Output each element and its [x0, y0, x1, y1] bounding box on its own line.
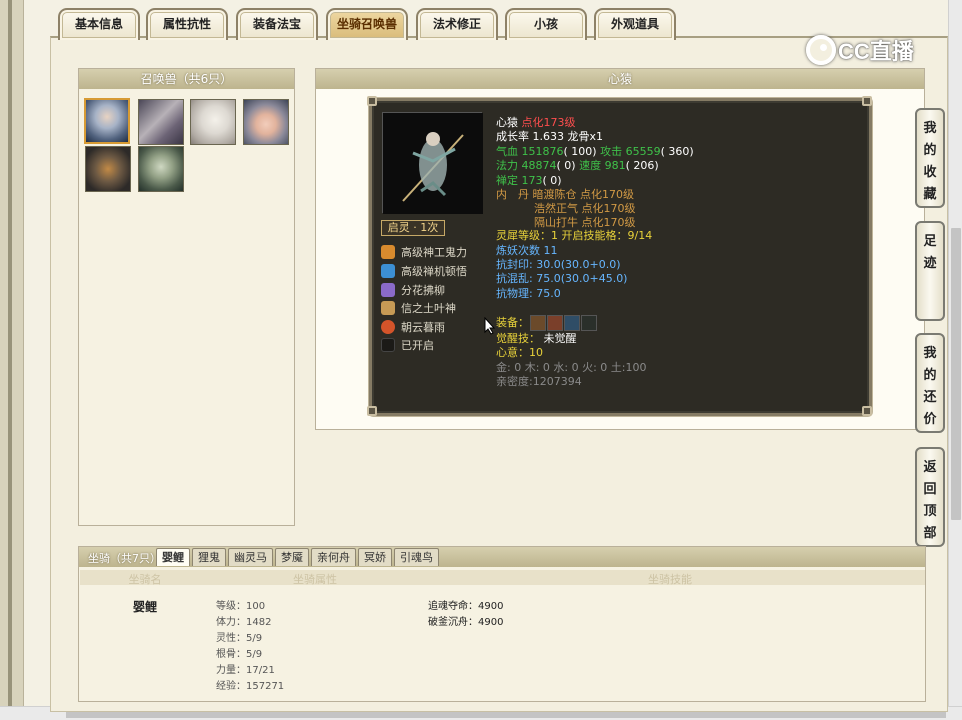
awaken-badge: 启灵 · 1次	[381, 220, 445, 236]
mount-attr: 根骨：5/9	[216, 649, 263, 660]
neidan-row: 浩然正气 点化170级	[534, 202, 636, 215]
mount-name: 婴鲤	[133, 600, 158, 614]
tab-mount-pet[interactable]: 坐骑召唤兽	[326, 8, 408, 40]
mount-attr: 体力：1482	[216, 617, 272, 628]
frame-corner	[367, 406, 377, 416]
pet-skill[interactable]: 已开启	[381, 337, 434, 353]
pet-skill[interactable]: 高级禅机顿悟	[381, 263, 467, 279]
neidan-row: 内 丹 暗渡陈仓 点化170级	[496, 188, 634, 201]
tab-attr-resist[interactable]: 属性抗性	[146, 8, 228, 40]
pet-skill[interactable]: 分花拂柳	[381, 282, 445, 298]
tab-spell-mod[interactable]: 法术修正	[416, 8, 498, 40]
mount-col-header	[80, 570, 925, 585]
equip-slot[interactable]	[530, 315, 546, 331]
equip-slot[interactable]	[547, 315, 563, 331]
resist-row: 抗封印: 30.0(30.0+0.0)	[496, 258, 621, 271]
mouse-cursor-icon	[484, 317, 496, 335]
pet-portrait-art	[383, 113, 483, 214]
frame-corner	[862, 406, 872, 416]
tab-basic-info[interactable]: 基本信息	[58, 8, 140, 40]
pet-avatar[interactable]	[138, 146, 184, 192]
mount-tab[interactable]: 引魂鸟	[394, 548, 439, 566]
zen-row: 禅定 173( 0)	[496, 174, 562, 187]
pet-list-header: 召唤兽（共6只）	[79, 69, 294, 89]
mount-attr: 经验：157271	[216, 681, 285, 692]
juexing-row: 觉醒技： 未觉醒	[496, 332, 577, 345]
pet-skill[interactable]: 高级神工鬼力	[381, 244, 467, 260]
footprints-button[interactable]: 足迹	[915, 221, 945, 321]
pet-skill[interactable]: 朝云暮雨	[381, 319, 445, 335]
pet-name-row: 心猿 点化173级	[496, 116, 576, 129]
mount-tabs: 婴鲤 狸鬼 幽灵马 梦魇 亲何舟 冥娇 引魂鸟	[156, 548, 439, 566]
logo-icon	[806, 35, 836, 65]
my-bargain-button[interactable]: 我的还价	[915, 333, 945, 433]
pet-skill[interactable]: 信之土叶神	[381, 300, 456, 316]
resist-row: 抗物理: 75.0	[496, 287, 561, 300]
mount-skill: 追魂夺命：4900	[428, 601, 504, 612]
back-to-top-button[interactable]: 返回顶部	[915, 447, 945, 547]
mount-tab[interactable]: 幽灵马	[228, 548, 273, 566]
mount-attr: 力量：17/21	[216, 665, 275, 676]
skill-icon	[381, 320, 395, 334]
pet-detail-header: 心猿	[316, 69, 924, 89]
mount-tab[interactable]: 婴鲤	[156, 548, 190, 566]
pet-avatar[interactable]	[85, 146, 131, 192]
hp-atk-row: 气血 151876( 100) 攻击 65559( 360)	[496, 145, 694, 158]
xinyi-row: 心意：10	[496, 346, 543, 359]
left-border	[0, 0, 24, 720]
pet-avatar[interactable]	[138, 99, 184, 145]
tab-child[interactable]: 小孩	[505, 8, 587, 40]
mount-attr: 灵性：5/9	[216, 633, 263, 644]
elements-row: 金: 0 木: 0 水: 0 火: 0 土:100	[496, 361, 647, 374]
skill-icon	[381, 264, 395, 278]
cc-live-logo: CC直播	[806, 30, 932, 70]
favorites-button[interactable]: 我的收藏	[915, 108, 945, 208]
mount-tab[interactable]: 梦魇	[275, 548, 309, 566]
equip-row: 装备：	[496, 315, 597, 331]
mount-skill: 破釜沉舟：4900	[428, 617, 504, 628]
equip-slot[interactable]	[581, 315, 597, 331]
pet-avatar[interactable]	[84, 98, 130, 144]
frame-corner	[862, 96, 872, 106]
col-mount-name: 坐骑名	[128, 573, 162, 586]
skill-icon	[381, 283, 395, 297]
mount-tab[interactable]: 冥娇	[358, 548, 392, 566]
spirit-row: 灵犀等级：1 开启技能格：9/14	[496, 229, 653, 242]
tab-appearance[interactable]: 外观道具	[594, 8, 676, 40]
skill-icon	[381, 301, 395, 315]
equip-slot[interactable]	[564, 315, 580, 331]
intimacy-row: 亲密度:1207394	[496, 375, 582, 388]
skill-icon	[381, 338, 395, 352]
col-mount-skill: 坐骑技能	[648, 573, 692, 586]
vertical-scrollbar[interactable]	[948, 0, 962, 708]
refine-row: 炼妖次数 11	[496, 244, 558, 257]
col-mount-attr: 坐骑属性	[293, 573, 337, 586]
tab-equipment[interactable]: 装备法宝	[236, 8, 318, 40]
pet-avatar[interactable]	[190, 99, 236, 145]
mount-attr: 等级：100	[216, 601, 266, 612]
mount-tab[interactable]: 亲何舟	[311, 548, 356, 566]
pet-portrait	[382, 112, 483, 214]
growth-row: 成长率 1.633 龙骨x1	[496, 130, 603, 143]
mp-spd-row: 法力 48874( 0) 速度 981( 206)	[496, 159, 659, 172]
frame-corner	[367, 96, 377, 106]
pet-avatar[interactable]	[243, 99, 289, 145]
mount-label: 坐骑（共7只）	[88, 552, 161, 565]
mount-tab[interactable]: 狸鬼	[192, 548, 226, 566]
skill-icon	[381, 245, 395, 259]
resist-row: 抗混乱: 75.0(30.0+45.0)	[496, 272, 628, 285]
